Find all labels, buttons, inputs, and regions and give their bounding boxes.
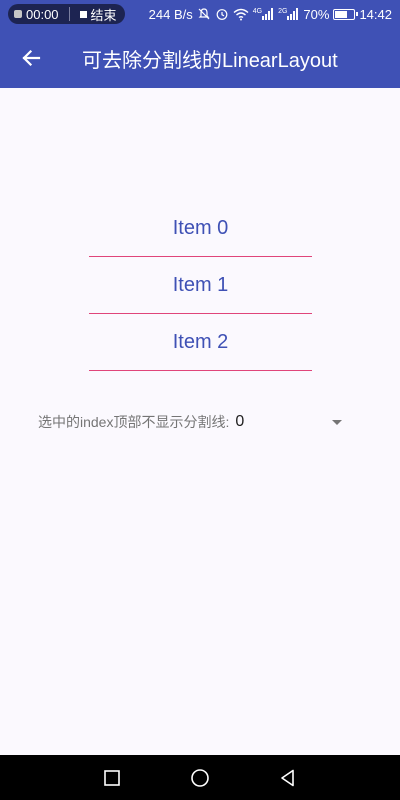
spinner-label: 选中的index顶部不显示分割线:	[38, 414, 230, 430]
net-speed: 244 B/s	[148, 6, 193, 22]
navigation-bar	[0, 755, 400, 800]
wifi-icon	[233, 8, 249, 20]
back-button[interactable]	[0, 28, 62, 88]
stop-icon	[79, 10, 87, 18]
list-item[interactable]: Item 1	[89, 257, 312, 314]
list-item[interactable]: Item 0	[89, 201, 312, 257]
home-button[interactable]	[156, 755, 244, 800]
list-item[interactable]: Item 2	[89, 314, 312, 371]
system-back-button[interactable]	[244, 755, 332, 800]
spinner-value[interactable]: 0	[235, 413, 244, 431]
arrow-back-icon	[22, 49, 41, 67]
mute-icon	[198, 8, 210, 20]
signal-icon-2: 2G	[278, 8, 299, 20]
clock: 14:42	[359, 6, 392, 22]
battery-icon	[333, 8, 359, 20]
signal-icon-1: 4G	[253, 8, 274, 20]
square-recent-icon	[104, 769, 120, 786]
main-content: Item 0 Item 1 Item 2 选中的index顶部不显示分割线: 0	[0, 88, 400, 755]
status-icons: 244 B/s 4G 2G 70% 14:42	[149, 7, 392, 22]
record-stop-label: 结束	[90, 7, 117, 23]
screen-record-pill[interactable]: 00:00 结束	[8, 4, 125, 24]
index-spinner[interactable]: 选中的index顶部不显示分割线: 0	[38, 408, 348, 436]
triangle-back-icon	[281, 769, 294, 786]
app-bar: 可去除分割线的LinearLayout	[0, 28, 400, 88]
record-icon	[14, 10, 22, 18]
divider-linear-layout: Item 0 Item 1 Item 2	[89, 201, 312, 371]
recent-apps-button[interactable]	[68, 755, 156, 800]
battery-percent: 70%	[303, 6, 330, 22]
circle-home-icon	[191, 768, 209, 787]
page-title: 可去除分割线的LinearLayout	[82, 49, 338, 72]
status-bar: 00:00 结束 244 B/s 4G 2G 70% 14:42	[0, 0, 400, 28]
alarm-icon	[216, 9, 228, 20]
dropdown-arrow-icon[interactable]	[332, 419, 342, 425]
record-time: 00:00	[26, 6, 59, 22]
